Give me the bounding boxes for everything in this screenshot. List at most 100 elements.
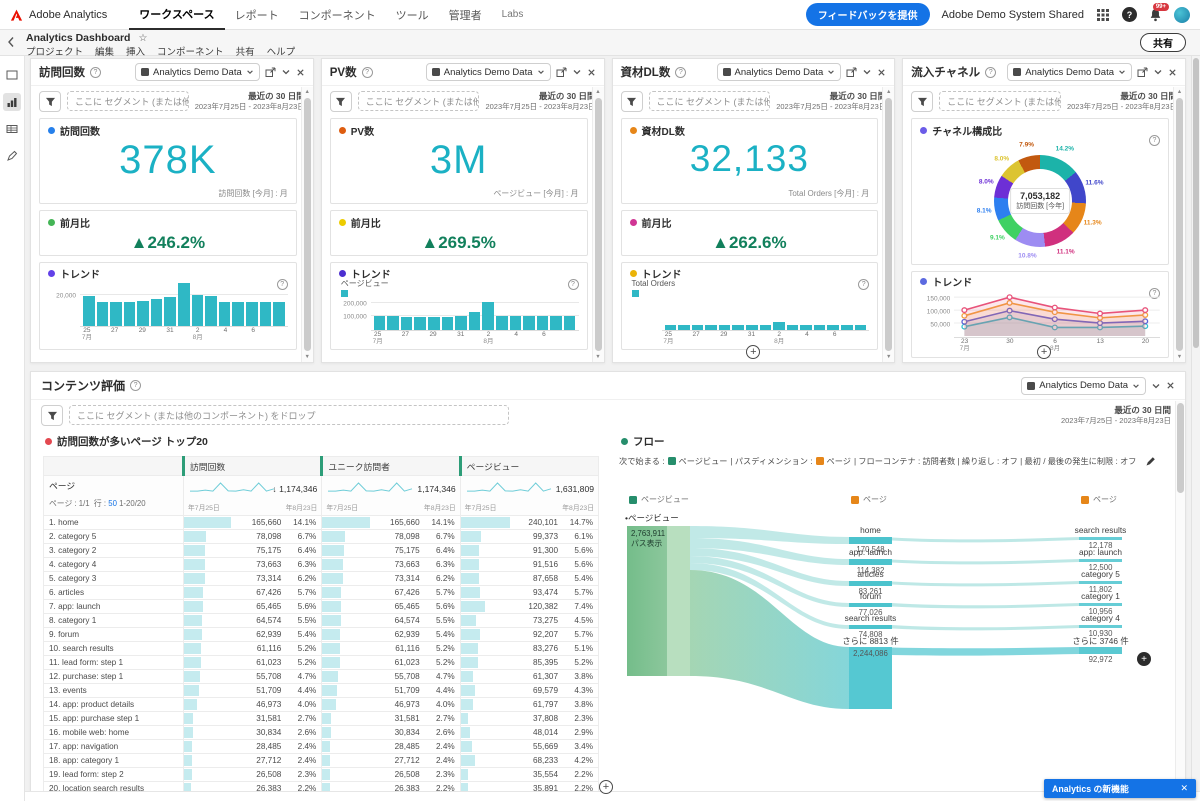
table-row[interactable]: 10. search results61,1165.2%61,1165.2%83… [44, 642, 599, 656]
info-icon[interactable]: ? [362, 67, 373, 78]
close-icon[interactable] [877, 68, 886, 77]
tab-labs[interactable]: Labs [492, 0, 534, 30]
segment-dropzone[interactable]: ここに セグメント (または他のコンポーネント)... [67, 91, 189, 111]
edit-pencil-icon[interactable] [1145, 456, 1156, 467]
table-row[interactable]: 19. lead form: step 226,5082.3%26,5082.3… [44, 768, 599, 782]
pageviews-total[interactable]: 1,631,809 [556, 484, 594, 494]
segment-dropzone[interactable]: ここに セグメント (または他のコンポーネント)... [939, 91, 1061, 111]
add-visualization-button[interactable]: + [1037, 345, 1051, 359]
sankey-node-label[interactable]: app: launch [1079, 547, 1122, 557]
segment-dropzone[interactable]: ここに セグメント (または他のコンポーネント)... [358, 91, 480, 111]
dataset-dropdown[interactable]: Analytics Demo Data [135, 63, 260, 81]
sankey-node-label[interactable]: さらに 8813 件 [842, 635, 898, 647]
add-visualization-button[interactable]: + [746, 345, 760, 359]
date-range[interactable]: 最近の 30 日間2023年7月25日 - 2023年8月23日 [195, 91, 305, 112]
table-row[interactable]: 13. events51,7094.4%51,7094.4%69,5794.3% [44, 684, 599, 698]
sort-icon[interactable]: ↓ [272, 484, 276, 494]
sankey-node[interactable] [1079, 625, 1122, 628]
sankey-node-label[interactable]: forum [860, 591, 881, 601]
trend-card[interactable]: トレンド ? Total Orders 257月27293128月46 [621, 262, 879, 350]
pagination[interactable]: ページ : 1/1 行 : 50 1-20/20 [49, 498, 178, 509]
menu-help[interactable]: ヘルプ [267, 44, 296, 58]
trend-card[interactable]: トレンド ? ページビュー 200,000100,000257月27293128… [330, 262, 588, 350]
collapse-chevron-icon[interactable] [281, 67, 291, 77]
menu-components[interactable]: コンポーネント [157, 44, 224, 58]
table-row[interactable]: 1. home165,66014.1%165,66014.1%240,10114… [44, 516, 599, 530]
kpi-card[interactable]: PV数 3M ページビュー [今月] : 月 [330, 118, 588, 204]
panel-scrollbar[interactable] [1175, 401, 1185, 791]
chart-info-icon[interactable]: ? [568, 279, 579, 290]
info-icon[interactable]: ? [985, 67, 996, 78]
add-panel-button[interactable]: + [599, 780, 613, 794]
trend-card[interactable]: トレンド ? 20,000257月27293128月46 [39, 262, 297, 350]
sankey-node-label[interactable]: category 5 [1081, 569, 1120, 579]
segment-dropzone[interactable]: ここに セグメント (または他のコンポーネント)... [649, 91, 771, 111]
app-switcher-icon[interactable] [1096, 8, 1110, 22]
dataset-dropdown[interactable]: Analytics Demo Data [1021, 377, 1146, 395]
sankey-node-label[interactable]: category 1 [1081, 591, 1120, 601]
sankey-node[interactable] [1079, 603, 1122, 606]
flow-sankey-chart[interactable]: ページビュー ページ ページ [619, 494, 1147, 784]
flow-add-column-button[interactable]: + [1137, 652, 1151, 666]
menu-share[interactable]: 共有 [236, 44, 255, 58]
share-button[interactable]: 共有 [1140, 33, 1186, 52]
table-row[interactable]: 15. app: purchase step 131,5812.7%31,581… [44, 712, 599, 726]
avatar[interactable] [1174, 7, 1190, 23]
table-row[interactable]: 12. purchase: step 155,7084.7%55,7084.7%… [44, 670, 599, 684]
tab-admin[interactable]: 管理者 [439, 0, 492, 30]
kpi-card[interactable]: 訪問回数 378K 訪問回数 [今月] : 月 [39, 118, 297, 204]
table-row[interactable]: 3. category 275,1756.4%75,1756.4%91,3005… [44, 544, 599, 558]
sankey-source-label[interactable]: •ページビュー [625, 512, 679, 524]
date-range[interactable]: 最近の 30 日間2023年7月25日 - 2023年8月23日 [485, 91, 595, 112]
menu-project[interactable]: プロジェクト [26, 44, 83, 58]
info-icon[interactable]: ? [675, 67, 686, 78]
sankey-node[interactable] [849, 581, 892, 586]
rows-per-page[interactable]: 50 [108, 499, 117, 508]
segment-filter-button[interactable] [41, 405, 63, 426]
menu-edit[interactable]: 編集 [95, 44, 114, 58]
table-row[interactable]: 9. forum62,9395.4%62,9395.4%92,2075.7% [44, 628, 599, 642]
rail-table-icon[interactable] [3, 120, 21, 138]
toast-close-icon[interactable]: ✕ [1180, 783, 1188, 794]
panel-scrollbar[interactable]: ▲▼ [1173, 87, 1185, 362]
sankey-node[interactable] [849, 625, 892, 629]
table-row[interactable]: 11. lead form: step 161,0235.2%61,0235.2… [44, 656, 599, 670]
panel-scrollbar[interactable]: ▲▼ [882, 87, 894, 362]
sankey-node-label[interactable]: articles [857, 569, 883, 579]
sankey-node[interactable] [1079, 647, 1122, 654]
close-icon[interactable] [587, 68, 596, 77]
collapse-chevron-icon[interactable] [862, 67, 872, 77]
sankey-node-label[interactable]: さらに 3746 件 [1072, 635, 1128, 647]
table-row[interactable]: 14. app: product details46,9734.0%46,973… [44, 698, 599, 712]
close-icon[interactable] [1168, 68, 1177, 77]
sankey-node[interactable] [849, 603, 892, 607]
sankey-node[interactable] [1079, 581, 1122, 584]
sankey-node-label[interactable]: search results [845, 613, 897, 623]
dataset-dropdown[interactable]: Analytics Demo Data [717, 63, 842, 81]
expand-icon[interactable] [1137, 67, 1148, 78]
delta-card[interactable]: 前月比 ▲262.6% [621, 210, 879, 256]
table-row[interactable]: 16. mobile web: home30,8342.6%30,8342.6%… [44, 726, 599, 740]
collapse-chevron-icon[interactable] [1153, 67, 1163, 77]
date-range[interactable]: 最近の 30 日間2023年7月25日 - 2023年8月23日 [1067, 91, 1177, 112]
sankey-node-label[interactable]: app: launch [849, 547, 892, 557]
collapse-chevron-icon[interactable] [572, 67, 582, 77]
org-name[interactable]: Adobe Demo System Shared [942, 9, 1084, 21]
notifications-bell-icon[interactable]: 99+ [1149, 8, 1162, 22]
table-row[interactable]: 5. category 373,3146.2%73,3146.2%87,6585… [44, 572, 599, 586]
donut-card[interactable]: チャネル構成比 ? 7,053,182 訪問回数 [今年] 14.2%11.6%… [911, 118, 1169, 265]
segment-filter-button[interactable] [39, 91, 61, 112]
sankey-node[interactable] [1079, 537, 1122, 540]
whats-new-toast[interactable]: Analytics の新機能 ✕ [1044, 779, 1196, 798]
segment-filter-button[interactable] [911, 91, 933, 112]
info-icon[interactable]: ? [130, 380, 141, 391]
expand-icon[interactable] [846, 67, 857, 78]
header-pageviews[interactable]: ページビュー [460, 457, 598, 476]
rail-panels-icon[interactable] [3, 66, 21, 84]
header-visits[interactable]: 訪問回数 [184, 457, 322, 476]
menu-insert[interactable]: 挿入 [126, 44, 145, 58]
sankey-node[interactable] [849, 537, 892, 544]
tab-components[interactable]: コンポーネント [289, 0, 386, 30]
segment-filter-button[interactable] [330, 91, 352, 112]
segment-filter-button[interactable] [621, 91, 643, 112]
